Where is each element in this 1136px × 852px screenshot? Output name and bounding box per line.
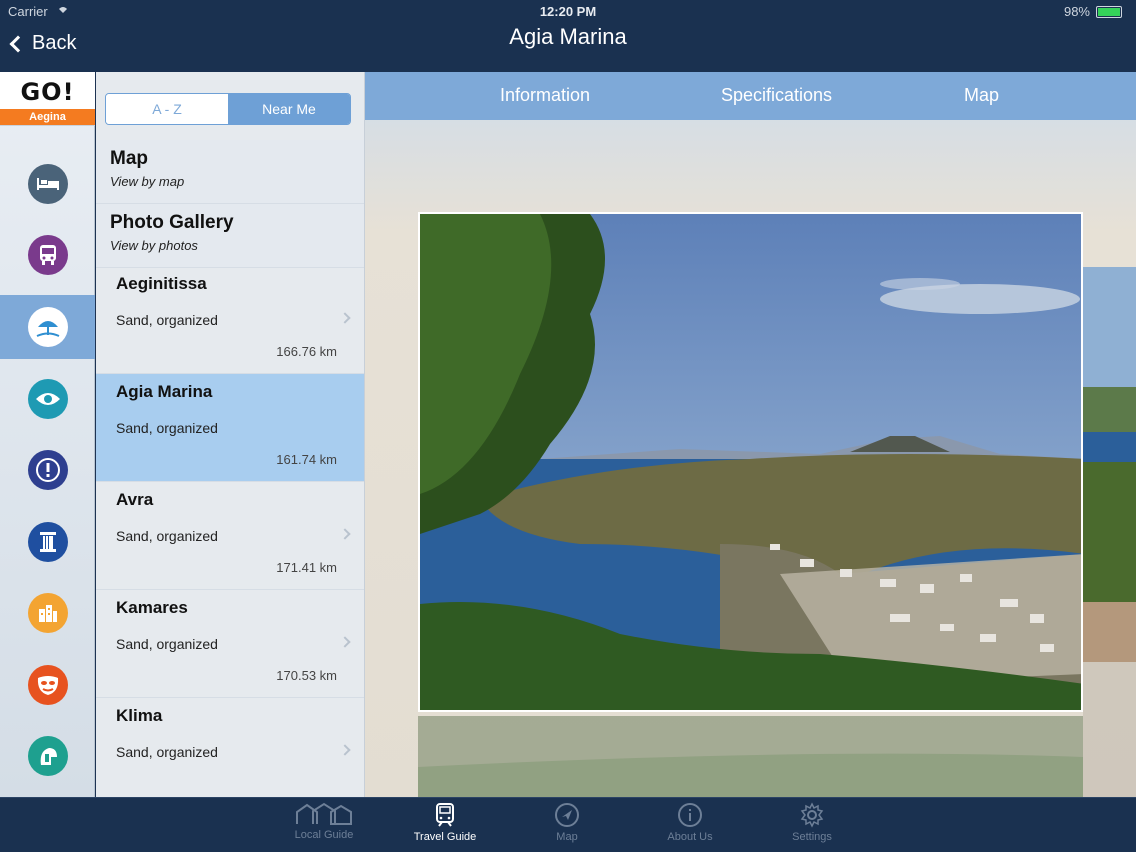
navigation-bar: Carrier 12:20 PM 98% Back Agia Marina [0, 0, 1136, 72]
tab-label: Local Guide [294, 829, 354, 841]
app-logo: GO! Aegina [0, 72, 95, 126]
rail-item-transport[interactable] [0, 223, 95, 287]
sort-az-segment[interactable]: A - Z [106, 94, 228, 124]
rail-item-history[interactable] [0, 724, 95, 788]
list-item[interactable]: Kamares Sand, organized 170.53 km [96, 590, 364, 698]
column-icon [27, 522, 68, 562]
rail-item-beaches[interactable] [0, 295, 95, 359]
item-description: Sand, organized [116, 744, 218, 760]
list-item[interactable]: Klima Sand, organized [96, 698, 364, 797]
logo-mark: GO! [20, 78, 75, 106]
list-header-title: Photo Gallery [110, 212, 234, 233]
list-header-subtitle: View by map [110, 174, 185, 189]
item-name: Kamares [116, 598, 188, 617]
rail-item-sights[interactable] [0, 367, 95, 431]
bottom-tab-bar: Local Guide Travel Guide Map About Us Se… [0, 797, 1136, 852]
item-description: Sand, organized [116, 312, 218, 328]
item-description: Sand, organized [116, 528, 218, 544]
item-name: Agia Marina [116, 382, 213, 401]
list-header-map[interactable]: Map View by map [96, 140, 364, 204]
tab-settings[interactable]: Settings [762, 802, 862, 843]
item-distance: 161.74 km [276, 452, 337, 467]
city-icon [27, 593, 68, 633]
list-item[interactable]: Avra Sand, organized 171.41 km [96, 482, 364, 590]
sort-near-me-segment[interactable]: Near Me [228, 94, 350, 124]
rail-item-museums[interactable] [0, 510, 95, 574]
item-name: Klima [116, 706, 163, 725]
train-icon [436, 803, 454, 827]
status-bar: Carrier 12:20 PM 98% [0, 0, 1136, 22]
item-description: Sand, organized [116, 636, 218, 652]
battery-percent: 98% [1063, 4, 1090, 19]
tab-information[interactable]: Information [500, 85, 590, 106]
tab-label: Settings [792, 831, 832, 843]
rail-item-entertainment[interactable] [0, 653, 95, 717]
tab-label: About Us [667, 831, 713, 843]
item-name: Aeginitissa [116, 274, 207, 293]
tab-map-bottom[interactable]: Map [517, 802, 617, 843]
list-header-subtitle: View by photos [110, 238, 198, 253]
gear-icon [800, 802, 824, 828]
eye-icon [27, 379, 68, 419]
tab-about-us[interactable]: About Us [640, 802, 740, 843]
beach-umbrella-icon [27, 307, 68, 347]
mask-icon [27, 665, 68, 705]
item-description: Sand, organized [116, 420, 218, 436]
item-distance: 166.76 km [276, 344, 337, 359]
list-header-photo-gallery[interactable]: Photo Gallery View by photos [96, 204, 364, 268]
helmet-icon [27, 736, 68, 776]
clock: 12:20 PM [539, 4, 597, 19]
info-icon [678, 803, 702, 827]
list-item[interactable]: Agia Marina Sand, organized 161.74 km [96, 374, 364, 482]
tab-local-guide[interactable]: Local Guide [274, 802, 374, 841]
houses-icon [296, 802, 352, 825]
bed-icon [27, 164, 68, 204]
tab-specifications[interactable]: Specifications [721, 85, 832, 106]
item-distance: 171.41 km [276, 560, 337, 575]
logo-region: Aegina [0, 109, 95, 125]
detail-content: Information Specifications Map [365, 72, 1136, 797]
rail-item-useful-info[interactable] [0, 438, 95, 502]
battery-icon [1096, 6, 1122, 18]
page-title: Agia Marina [509, 24, 627, 49]
category-rail: GO! Aegina [0, 72, 95, 797]
alert-icon [27, 450, 68, 490]
beach-list-panel: A - Z Near Me Map View by map Photo Gall… [96, 72, 365, 797]
sort-segmented-control: A - Z Near Me [105, 93, 351, 125]
tab-map[interactable]: Map [964, 85, 999, 106]
list-header-title: Map [110, 148, 148, 169]
list-item[interactable]: Aeginitissa Sand, organized 166.76 km [96, 266, 364, 374]
compass-icon [555, 803, 579, 827]
tab-label: Travel Guide [413, 831, 477, 843]
tab-label: Map [556, 831, 578, 843]
bus-icon [27, 235, 68, 275]
detail-tabs: Information Specifications Map [365, 72, 1136, 120]
beach-photo-reflection [418, 716, 1083, 797]
rail-item-city[interactable] [0, 581, 95, 645]
tab-travel-guide[interactable]: Travel Guide [395, 802, 495, 843]
item-distance: 170.53 km [276, 668, 337, 683]
rail-item-accommodation[interactable] [0, 152, 95, 216]
next-photo-preview[interactable] [1083, 267, 1136, 797]
item-name: Avra [116, 490, 154, 509]
beach-photo[interactable] [418, 212, 1083, 712]
